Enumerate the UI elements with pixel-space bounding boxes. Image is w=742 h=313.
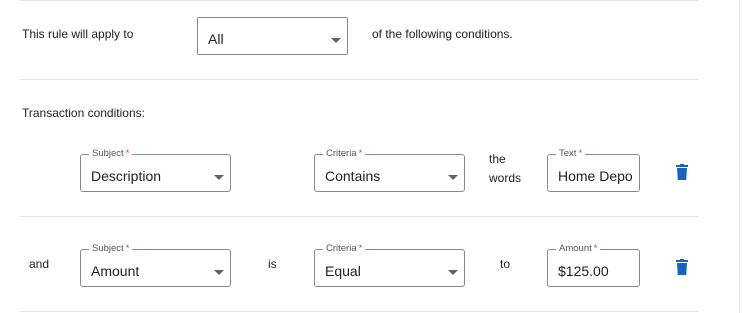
criteria-legend: Criteria * (323, 148, 366, 160)
following-conditions-label: of the following conditions. (372, 27, 513, 41)
criteria-value: Contains (325, 168, 381, 184)
text-legend: Text * (556, 148, 586, 160)
chevron-down-icon (214, 270, 224, 275)
apply-mode-select[interactable]: All (197, 17, 348, 55)
criteria-select[interactable]: Criteria * Equal (314, 243, 465, 287)
amount-legend: Amount * (556, 243, 601, 255)
trash-icon[interactable] (676, 164, 688, 180)
chevron-down-icon (448, 270, 458, 275)
subject-value: Amount (91, 263, 140, 279)
connector-label-words: words (489, 171, 522, 185)
subject-value: Description (91, 168, 162, 184)
trash-icon[interactable] (676, 259, 688, 275)
to-label: to (500, 257, 511, 271)
subject-legend: Subject * (89, 148, 133, 160)
connector-label-the: the (489, 152, 506, 166)
apply-mode-value: All (208, 31, 224, 47)
chevron-down-icon (214, 175, 224, 180)
subject-select[interactable]: Subject * Amount (80, 243, 231, 287)
criteria-select[interactable]: Criteria * Contains (314, 148, 465, 192)
subject-select[interactable]: Subject * Description (80, 148, 231, 192)
scroll-edge (739, 0, 740, 313)
subject-legend: Subject * (89, 243, 133, 255)
apply-label: This rule will apply to (22, 27, 134, 41)
is-label: is (268, 257, 277, 271)
amount-input[interactable]: Amount * $125.00 (547, 243, 640, 287)
divider (20, 216, 698, 217)
transaction-conditions-heading: Transaction conditions: (22, 106, 145, 120)
chevron-down-icon (331, 38, 341, 43)
criteria-value: Equal (325, 263, 361, 279)
criteria-legend: Criteria * (323, 243, 366, 255)
amount-value: $125.00 (558, 263, 609, 279)
divider (20, 311, 698, 312)
and-label: and (29, 257, 50, 271)
text-value: Home Depo (558, 168, 633, 184)
divider (20, 0, 698, 1)
chevron-down-icon (448, 175, 458, 180)
text-input[interactable]: Text * Home Depo (547, 148, 640, 192)
divider (20, 79, 698, 80)
